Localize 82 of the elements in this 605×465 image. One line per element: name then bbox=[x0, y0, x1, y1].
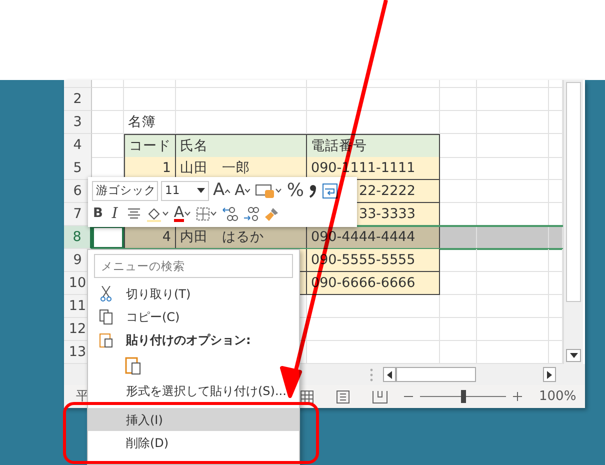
borders-icon bbox=[196, 206, 210, 220]
row-header[interactable]: 2 bbox=[64, 88, 92, 111]
grid-cell bbox=[440, 111, 477, 134]
scissors-icon bbox=[100, 286, 112, 302]
grid-cell bbox=[440, 180, 477, 203]
font-size-dropdown[interactable]: 11 bbox=[161, 180, 209, 200]
right-arrow-icon bbox=[547, 370, 552, 378]
active-cell[interactable] bbox=[92, 226, 124, 249]
status-text: 平 bbox=[76, 388, 89, 406]
grid-cell bbox=[477, 249, 549, 272]
plus-icon bbox=[513, 392, 522, 401]
percent-button[interactable]: % bbox=[286, 180, 306, 200]
paintbrush-icon bbox=[264, 206, 280, 222]
menu-item[interactable]: 形式を選択して貼り付け(S)... bbox=[88, 379, 299, 402]
page-break-icon bbox=[372, 390, 388, 404]
caret-up-icon bbox=[224, 188, 230, 192]
down-arrow-icon bbox=[570, 353, 578, 358]
wrap-text-icon bbox=[322, 182, 338, 198]
slider-thumb[interactable] bbox=[461, 390, 466, 403]
menu-item[interactable]: 削除(D) bbox=[88, 431, 299, 454]
menu-item[interactable]: 挿入(I) bbox=[88, 408, 299, 431]
grid-cell bbox=[477, 111, 549, 134]
grid-cell bbox=[440, 88, 477, 111]
zoom-level-text: 100% bbox=[539, 388, 576, 406]
grid-cell bbox=[440, 226, 477, 249]
grid-cell bbox=[440, 134, 477, 158]
caret-down-icon bbox=[244, 188, 250, 192]
wrap-text-button[interactable] bbox=[321, 180, 340, 200]
caret-icon bbox=[210, 211, 218, 216]
dropdown-icon bbox=[197, 188, 205, 193]
center-align-icon bbox=[126, 208, 141, 220]
grid-cell bbox=[477, 88, 549, 111]
clipboard-icon bbox=[99, 332, 113, 348]
left-arrow-icon bbox=[387, 370, 392, 378]
grid-cell bbox=[477, 157, 549, 180]
grid-cell bbox=[477, 226, 549, 249]
shrink-font-button[interactable]: A bbox=[234, 180, 251, 200]
grid-view-icon bbox=[300, 390, 314, 404]
grid-cell bbox=[440, 249, 477, 272]
font-dropdown[interactable]: 游ゴシック bbox=[92, 180, 158, 200]
grow-font-button[interactable]: A bbox=[212, 180, 231, 200]
italic-button[interactable]: I bbox=[106, 204, 123, 224]
number-format-icon bbox=[254, 182, 275, 198]
grid-cell bbox=[477, 318, 549, 341]
grid-cell bbox=[440, 318, 477, 341]
row-header[interactable]: 4 bbox=[64, 134, 92, 158]
grid-cell bbox=[549, 226, 563, 249]
grid-cell bbox=[92, 111, 124, 134]
search-field[interactable]: メニューの検索 bbox=[94, 254, 293, 278]
vertical-scrollbar[interactable] bbox=[563, 80, 583, 364]
scrollbar-thumb[interactable] bbox=[396, 367, 476, 382]
grid-cell bbox=[124, 88, 176, 111]
table-cell: コード bbox=[124, 134, 176, 158]
table-cell: 内田 はるか bbox=[176, 226, 307, 249]
grid-cell bbox=[92, 88, 124, 111]
row-header[interactable]: 3 bbox=[64, 111, 92, 134]
splitter-icon bbox=[370, 368, 373, 382]
grid-cell bbox=[477, 272, 549, 295]
paste-option-button[interactable] bbox=[124, 355, 142, 375]
clipboard-icon bbox=[125, 355, 141, 375]
comma-icon bbox=[309, 184, 318, 198]
caret-icon bbox=[274, 188, 282, 193]
font-color-button[interactable]: A bbox=[172, 204, 192, 224]
grid-cell bbox=[477, 180, 549, 203]
table-cell: 氏名 bbox=[176, 134, 307, 158]
grid-cell bbox=[477, 134, 549, 158]
grid-cell bbox=[477, 295, 549, 318]
section-heading: 貼り付けのオプション: bbox=[126, 332, 251, 348]
caret-icon bbox=[184, 211, 192, 216]
row-header[interactable]: 5 bbox=[64, 157, 92, 180]
bold-button[interactable]: B bbox=[92, 204, 104, 224]
caret-icon bbox=[162, 211, 169, 216]
page-layout-icon bbox=[336, 390, 350, 404]
decrease-decimal-icon bbox=[243, 206, 260, 222]
copy-icon bbox=[99, 308, 113, 324]
paint-bucket-icon bbox=[146, 206, 162, 222]
row-header[interactable]: 8 bbox=[64, 226, 92, 249]
table-cell: 4 bbox=[124, 226, 176, 249]
grid-cell bbox=[440, 295, 477, 318]
grid-cell bbox=[440, 272, 477, 295]
increase-decimal-icon bbox=[222, 206, 238, 222]
grid-cell bbox=[440, 157, 477, 180]
